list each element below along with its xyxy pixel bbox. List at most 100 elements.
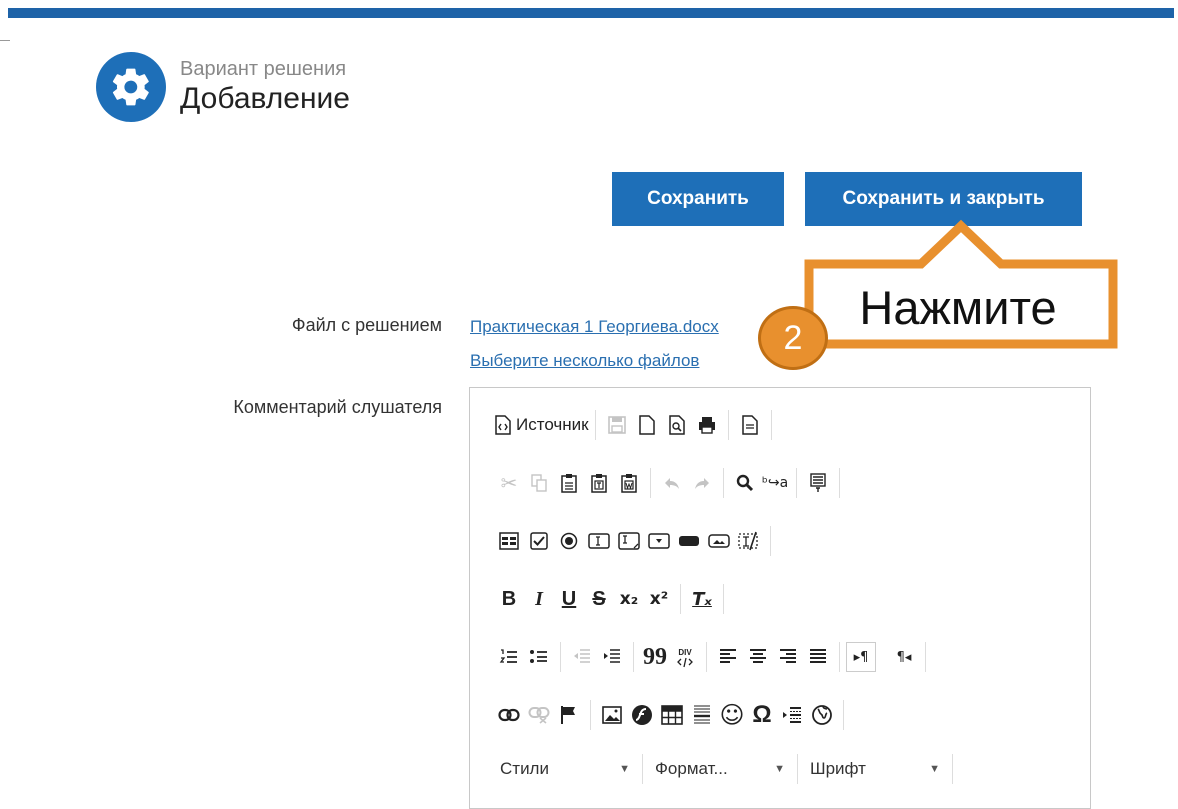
format-dropdown-label: Формат...: [655, 759, 728, 778]
templates-icon[interactable]: [735, 410, 765, 440]
new-page-icon[interactable]: [632, 410, 662, 440]
checkbox-icon[interactable]: [524, 526, 554, 556]
print-icon[interactable]: [692, 410, 722, 440]
step-number-badge: 2: [758, 306, 828, 370]
toolbar-separator: [727, 410, 729, 440]
top-accent-bar: [8, 8, 1174, 18]
comment-label: Комментарий слушателя: [233, 397, 442, 417]
align-left-icon[interactable]: [713, 642, 743, 672]
strikethrough-icon[interactable]: S: [584, 584, 614, 614]
text-direction-rtl-icon[interactable]: ¶◂: [889, 642, 919, 672]
image-icon[interactable]: [597, 700, 627, 730]
toolbar-separator: [770, 526, 771, 556]
subscript-icon[interactable]: x₂: [614, 584, 644, 614]
save-button[interactable]: Сохранить: [612, 172, 784, 226]
smiley-icon[interactable]: ☺: [717, 700, 747, 730]
bold-icon[interactable]: B: [494, 584, 524, 614]
choose-files-link[interactable]: Выберите несколько файлов: [470, 351, 699, 371]
styles-dropdown-label: Стили: [500, 759, 549, 778]
chevron-down-icon: ▼: [619, 763, 630, 775]
link-icon[interactable]: [494, 700, 524, 730]
flash-icon[interactable]: [627, 700, 657, 730]
iframe-globe-icon[interactable]: [807, 700, 837, 730]
italic-icon[interactable]: I: [524, 584, 554, 614]
undo-icon[interactable]: [657, 468, 687, 498]
rich-text-editor: Источник ✂ ᵇ↪a B I U S x₂ x² Tₓ 99 DIV ▸…: [469, 387, 1091, 809]
toolbar-separator: [642, 754, 643, 784]
toolbar-separator: [560, 642, 561, 672]
svg-text:DIV: DIV: [678, 648, 692, 657]
find-replace-icon[interactable]: ᵇ↪a: [760, 468, 790, 498]
chevron-down-icon: ▼: [929, 763, 940, 775]
copy-icon[interactable]: [524, 468, 554, 498]
radio-icon[interactable]: [554, 526, 584, 556]
toolbar-separator: [843, 700, 844, 730]
underline-icon[interactable]: U: [554, 584, 584, 614]
toolbar-separator: [839, 468, 840, 498]
redo-icon[interactable]: [687, 468, 717, 498]
toolbar-separator: [925, 642, 926, 672]
blockquote-icon[interactable]: 99: [640, 642, 670, 672]
remove-format-icon[interactable]: Tₓ: [687, 584, 717, 614]
toolbar-row-clipboard: ✂ ᵇ↪a: [494, 468, 846, 498]
outdent-icon[interactable]: [567, 642, 597, 672]
toolbar-row-forms: [494, 526, 777, 556]
paste-word-icon[interactable]: [614, 468, 644, 498]
source-button[interactable]: Источник: [494, 410, 589, 440]
special-char-omega-icon[interactable]: Ω: [747, 700, 777, 730]
select-field-icon[interactable]: [644, 526, 674, 556]
numbered-list-icon[interactable]: [494, 642, 524, 672]
justify-icon[interactable]: [803, 642, 833, 672]
select-all-icon[interactable]: [803, 468, 833, 498]
font-dropdown-label: Шрифт: [810, 759, 866, 778]
gear-icon: [96, 52, 166, 122]
styles-dropdown[interactable]: Стили ▼: [494, 754, 636, 784]
header-text: Вариант решения Добавление: [180, 57, 350, 117]
source-icon: [495, 415, 511, 435]
text-field-icon[interactable]: [584, 526, 614, 556]
toolbar-separator: [650, 468, 651, 498]
attached-file-link[interactable]: Практическая 1 Георгиева.docx: [470, 317, 719, 337]
paste-text-icon[interactable]: [584, 468, 614, 498]
page-title: Добавление: [180, 82, 350, 115]
horizontal-rule-icon[interactable]: [687, 700, 717, 730]
anchor-flag-icon[interactable]: [554, 700, 584, 730]
form-icon[interactable]: [494, 526, 524, 556]
toolbar-row-paragraph: 99 DIV ▸¶ ¶◂: [494, 642, 932, 672]
left-edge-tick: [0, 40, 10, 41]
preview-icon[interactable]: [662, 410, 692, 440]
button-field-icon[interactable]: [674, 526, 704, 556]
hidden-field-icon[interactable]: [734, 526, 764, 556]
align-center-icon[interactable]: [743, 642, 773, 672]
toolbar-separator: [839, 642, 840, 672]
unlink-icon[interactable]: [524, 700, 554, 730]
bulleted-list-icon[interactable]: [524, 642, 554, 672]
search-icon[interactable]: [730, 468, 760, 498]
superscript-icon[interactable]: x²: [644, 584, 674, 614]
cut-icon[interactable]: ✂: [494, 468, 524, 498]
toolbar-separator: [952, 754, 953, 784]
textarea-icon[interactable]: [614, 526, 644, 556]
indent-icon[interactable]: [597, 642, 627, 672]
text-direction-ltr-icon[interactable]: ▸¶: [846, 642, 876, 672]
page-break-icon[interactable]: [777, 700, 807, 730]
toolbar-separator: [723, 468, 724, 498]
toolbar-separator: [680, 584, 681, 614]
toolbar-row-basicstyles: B I U S x₂ x² Tₓ: [494, 584, 730, 614]
image-button-icon[interactable]: [704, 526, 734, 556]
toolbar-separator: [723, 584, 724, 614]
div-container-icon[interactable]: DIV: [670, 642, 700, 672]
toolbar-separator: [633, 642, 634, 672]
toolbar-separator: [590, 700, 591, 730]
chevron-down-icon: ▼: [774, 763, 785, 775]
toolbar-separator: [797, 754, 798, 784]
paste-icon[interactable]: [554, 468, 584, 498]
toolbar-separator: [594, 410, 596, 440]
page-subtitle: Вариант решения: [180, 58, 347, 80]
font-dropdown[interactable]: Шрифт ▼: [804, 754, 946, 784]
save-doc-icon[interactable]: [602, 410, 632, 440]
format-dropdown[interactable]: Формат... ▼: [649, 754, 791, 784]
table-icon[interactable]: [657, 700, 687, 730]
align-right-icon[interactable]: [773, 642, 803, 672]
